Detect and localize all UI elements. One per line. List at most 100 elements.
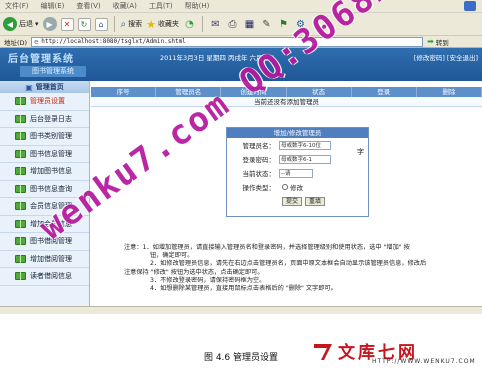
menu-file[interactable]: 文件(F)	[5, 1, 29, 11]
table-empty-message: 当前还没有添加管理员	[91, 97, 482, 107]
sidebar-item-book-category[interactable]: 图书类别管理	[0, 128, 89, 146]
reset-button[interactable]: 重填	[305, 196, 326, 206]
back-button[interactable]: ◀ 后退 ▾	[3, 17, 39, 31]
home-icon: ▣	[25, 82, 33, 92]
home-icon[interactable]: ⌂	[94, 17, 108, 31]
password-input[interactable]: 母或数字6-1	[279, 154, 331, 164]
sidebar-head[interactable]: ▣ 管理首页	[0, 81, 89, 93]
modify-radio[interactable]	[282, 184, 288, 190]
sidebar-item-label: 读者借阅信息	[30, 272, 72, 281]
status-select[interactable]: --请	[279, 168, 313, 178]
app-subtitle: 图书管理系统	[20, 66, 86, 77]
sidebar-item-reader-borrow[interactable]: 读者借阅信息	[0, 268, 89, 286]
status-row: 当前状态： --请	[227, 166, 368, 180]
print-icon[interactable]: ⎙	[226, 18, 239, 31]
modify-radio-label: 修改	[290, 184, 303, 192]
col-index: 序号	[91, 87, 157, 97]
brand-logo: 文库七网 HTTP://WWW.WENKU7.COM	[312, 338, 475, 366]
sidebar-item-label: 管理员设置	[30, 97, 65, 106]
menu-tools[interactable]: 工具(T)	[149, 1, 173, 11]
menu-help[interactable]: 帮助(H)	[185, 1, 210, 11]
col-login: 登录	[352, 87, 417, 97]
book-icon	[15, 97, 26, 106]
sidebar-item-add-borrow[interactable]: 增加借阅管理	[0, 251, 89, 268]
search-icon: ⌕	[120, 18, 127, 30]
sidebar-item-login-log[interactable]: 后台登录日志	[0, 111, 89, 128]
note-line: 3．不修改登录密码，请保持密码框为空。	[150, 276, 266, 284]
menu-edit[interactable]: 编辑(E)	[41, 1, 65, 11]
book-icon	[15, 149, 26, 158]
admin-edit-panel: 增加/修改管理员 管理员名： 母或数字6-10位 字 登录密码： 母或数字6-1…	[226, 127, 369, 217]
brand-mark-icon	[314, 344, 332, 360]
sidebar-item-borrow-manage[interactable]: 图书借阅管理	[0, 233, 89, 251]
menu-view[interactable]: 查看(V)	[76, 1, 100, 11]
brand-url: HTTP://WWW.WENKU7.COM	[372, 358, 476, 365]
search-button[interactable]: ⌕ 搜索	[121, 19, 143, 30]
stop-icon[interactable]: ✕	[60, 17, 74, 31]
note-line: 4．如想删除某管理员，直接用鼠标点击表格后的 "删除" 文字即可。	[150, 285, 337, 293]
history-icon[interactable]: ◔	[183, 18, 196, 31]
favorites-label: 收藏夹	[158, 20, 179, 28]
sidebar-item-label: 图书类别管理	[30, 132, 72, 141]
password-row: 登录密码： 母或数字6-1	[227, 152, 368, 166]
admin-table-header: 序号 管理员名 创建时间 状态 登录 删除	[91, 87, 482, 97]
book-icon	[15, 219, 26, 228]
book-icon	[15, 254, 26, 263]
toolbar-separator	[113, 16, 115, 32]
edit-icon[interactable]: ▦	[243, 18, 256, 31]
go-label: 转到	[435, 38, 449, 47]
name-label: 管理员名：	[242, 142, 276, 150]
sidebar-item-label: 增加图书信息	[30, 167, 72, 176]
sidebar-item-label: 图书信息管理	[30, 149, 72, 158]
address-label: 地址(D)	[4, 38, 28, 47]
col-delete: 删除	[417, 87, 482, 97]
star-icon: ★	[146, 17, 156, 31]
forward-button[interactable]: ▶	[42, 17, 57, 31]
menu-favorites[interactable]: 收藏(A)	[113, 1, 137, 11]
note-line: 注意：1．如增加管理员，请直接输入管理员名和登录密码，并选择管理级别和使用状态，…	[124, 244, 410, 251]
submit-button[interactable]: 提交	[282, 196, 303, 206]
mail-icon[interactable]: ✉	[209, 18, 222, 31]
app-logo: 后台管理系统	[8, 54, 74, 65]
address-bar: 地址(D) e http://localhost:8080/tsglxt/Adm…	[0, 36, 482, 48]
sidebar-item-book-info[interactable]: 图书信息管理	[0, 146, 89, 163]
book-icon	[15, 167, 26, 176]
go-button[interactable]: ➡ 转到	[427, 37, 449, 47]
ie-page-icon: e	[34, 37, 39, 46]
password-label: 登录密码：	[242, 156, 276, 164]
buttons-row: 提交 重填	[227, 194, 368, 208]
book-icon	[15, 114, 26, 123]
go-arrow-icon: ➡	[427, 37, 434, 46]
back-arrow-icon: ◀	[3, 17, 17, 31]
discuss-icon[interactable]: ✎	[260, 18, 273, 31]
col-status: 状态	[287, 87, 352, 97]
sidebar-item-add-book[interactable]: 增加图书信息	[0, 163, 89, 181]
sidebar-item-admin-settings[interactable]: 管理员设置	[0, 93, 89, 111]
book-icon	[15, 202, 26, 211]
book-icon	[15, 272, 26, 281]
chevron-down-icon: ▾	[35, 20, 39, 28]
panel-title: 增加/修改管理员	[227, 128, 368, 138]
browser-menubar: 文件(F) 编辑(E) 查看(V) 收藏(A) 工具(T) 帮助(H)	[0, 0, 482, 13]
url-text: http://localhost:8080/tsglxt/Admin.shtml	[41, 38, 186, 45]
sidebar-item-label: 增加借阅管理	[30, 254, 72, 263]
favorites-button[interactable]: ★ 收藏夹	[146, 18, 179, 31]
url-field[interactable]: e http://localhost:8080/tsglxt/Admin.sht…	[31, 36, 424, 47]
sidebar-item-label: 后台登录日志	[30, 114, 72, 123]
status-label: 当前状态：	[242, 170, 276, 178]
operation-label: 操作类型：	[242, 184, 276, 192]
browser-statusbar	[0, 306, 482, 314]
note-line: 2．如修改管理员信息，请先在右边点击管理员名，页面中原文本框会自动显示该管理员信…	[150, 260, 427, 268]
toolbar-separator	[202, 16, 203, 32]
sidebar-head-label: 管理首页	[35, 83, 64, 91]
operation-row: 操作类型： 修改	[227, 180, 368, 194]
search-label: 搜索	[128, 20, 143, 28]
admin-name-input[interactable]: 母或数字6-10位	[279, 140, 331, 150]
book-icon	[15, 237, 26, 246]
book-icon	[15, 132, 26, 141]
main-content: 序号 管理员名 创建时间 状态 登录 删除 当前还没有添加管理员 增加/修改管理…	[91, 81, 482, 306]
browser-toolbar: ◀ 后退 ▾ ▶ ✕ ↻ ⌂ ⌕ 搜索 ★ 收藏夹 ◔ ✉ ⎙ ▦ ✎ ⚑ ⚙	[0, 13, 482, 36]
header-links[interactable]: [修改密码] [安全退出]	[414, 52, 478, 62]
book-icon	[15, 184, 26, 193]
refresh-icon[interactable]: ↻	[77, 17, 91, 31]
